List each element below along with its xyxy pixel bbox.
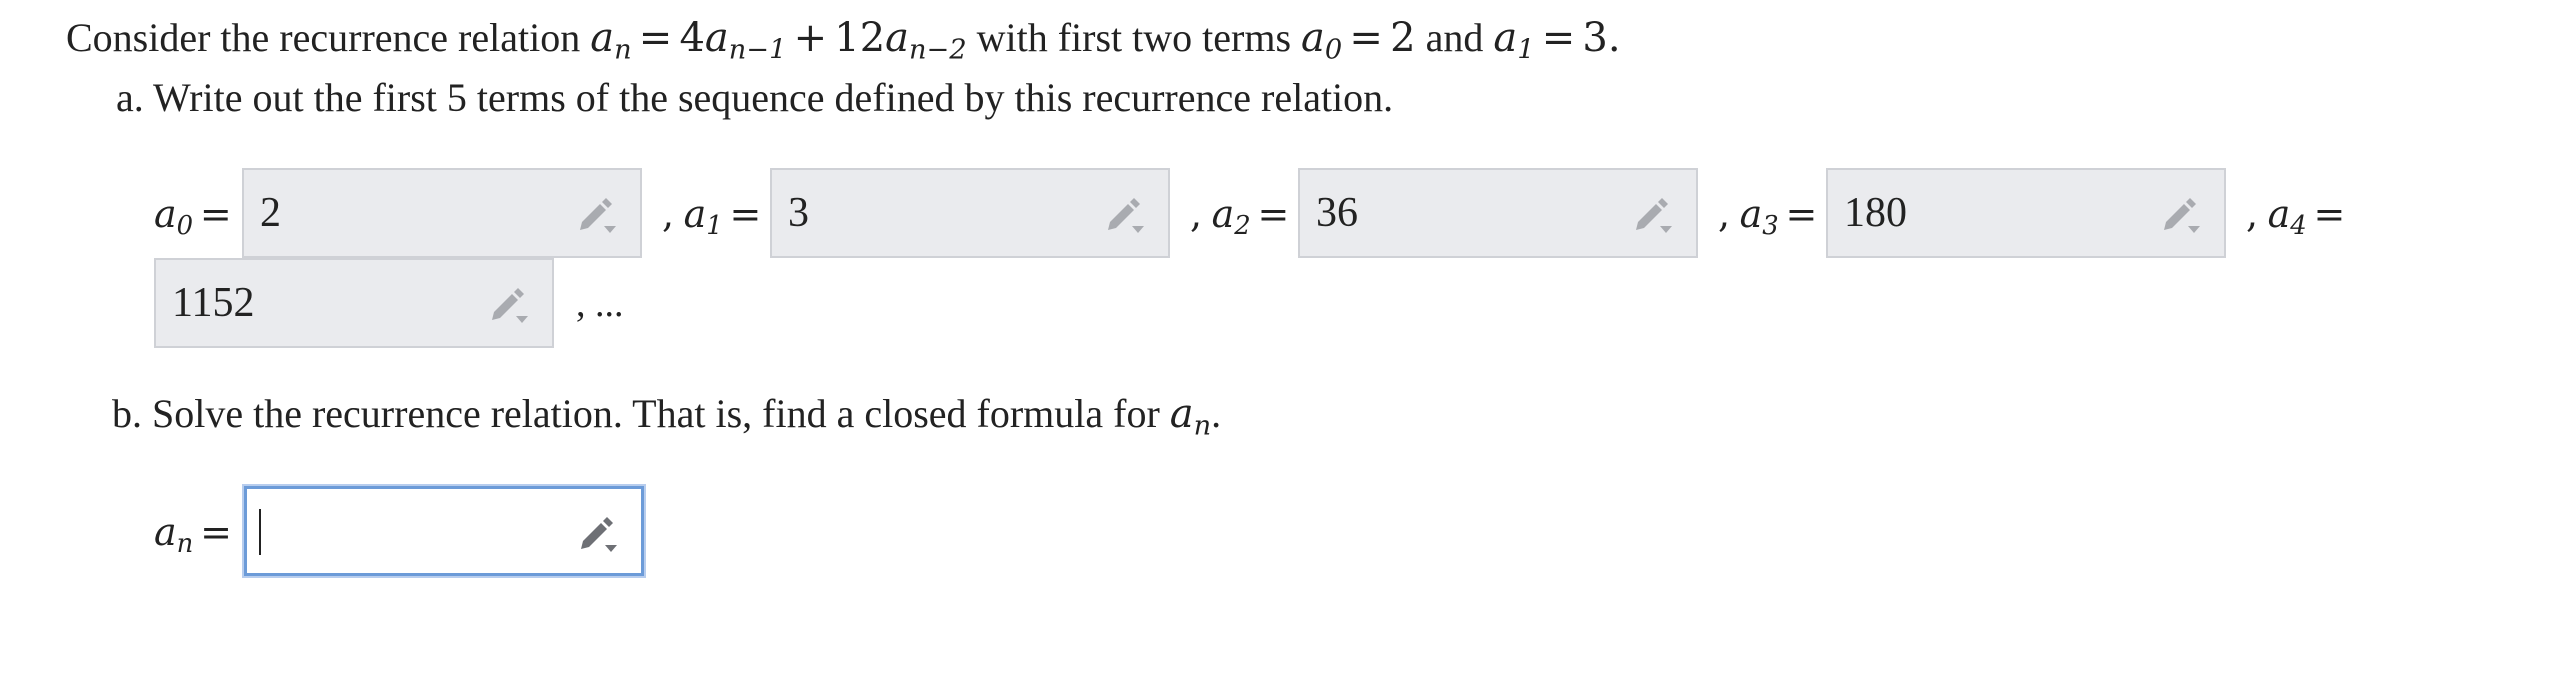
recurrence-equals: =: [638, 15, 673, 61]
pencil-dropdown-icon[interactable]: [2160, 196, 2204, 236]
a0-equals: =: [1349, 15, 1383, 61]
recurrence-lhs: an: [590, 15, 632, 66]
term2-coefficient: 12: [834, 15, 886, 61]
a0-input[interactable]: 2: [242, 168, 642, 258]
pencil-dropdown-icon[interactable]: [576, 196, 620, 236]
a0-label: a0 =: [154, 192, 232, 242]
a3-input[interactable]: 180: [1826, 168, 2226, 258]
term2-variable: an−2: [885, 15, 967, 66]
initial-a0: a0: [1301, 15, 1343, 66]
term1-variable: an−1: [704, 15, 787, 66]
pencil-dropdown-icon[interactable]: [488, 286, 532, 326]
a4-label: , a4 =: [2246, 192, 2346, 242]
sequence-ellipsis: , ...: [576, 283, 624, 325]
part-b-label: b. Solve the recurrence relation. That i…: [112, 391, 1222, 442]
initial-a1: a1: [1493, 15, 1535, 66]
a2-label: , a2 =: [1190, 192, 1290, 242]
pencil-dropdown-icon[interactable]: [577, 515, 621, 555]
a1-input[interactable]: 3: [770, 168, 1170, 258]
intro-text: Consider the recurrence relation: [66, 15, 581, 60]
a2-input[interactable]: 36: [1298, 168, 1698, 258]
plus-operator: +: [793, 15, 828, 61]
pencil-dropdown-icon[interactable]: [1632, 196, 1676, 236]
a3-label: , a3 =: [1718, 192, 1818, 242]
a1-equals: =: [1541, 15, 1576, 61]
a0-value: 2: [1390, 15, 1416, 61]
with-text: with first two terms: [976, 15, 1292, 60]
a4-input-value: 1152: [172, 280, 255, 326]
pencil-dropdown-icon[interactable]: [1104, 196, 1148, 236]
and-text: and: [1425, 15, 1484, 60]
a0-input-value: 2: [260, 190, 281, 236]
problem-statement: Consider the recurrence relation an = 4an−…: [66, 14, 1621, 66]
a1-value: 3.: [1582, 15, 1621, 61]
closed-formula-input[interactable]: [244, 486, 644, 576]
a3-input-value: 180: [1844, 190, 1907, 236]
a4-input[interactable]: 1152: [154, 258, 554, 348]
part-a-label: a. Write out the first 5 terms of the se…: [116, 75, 1394, 120]
a1-input-value: 3: [788, 190, 809, 236]
term1-coefficient: 4: [679, 15, 705, 61]
a1-label: , a1 =: [662, 192, 762, 242]
text-caret: [259, 509, 261, 555]
a2-input-value: 36: [1316, 190, 1358, 236]
answer-label: an =: [154, 510, 232, 560]
